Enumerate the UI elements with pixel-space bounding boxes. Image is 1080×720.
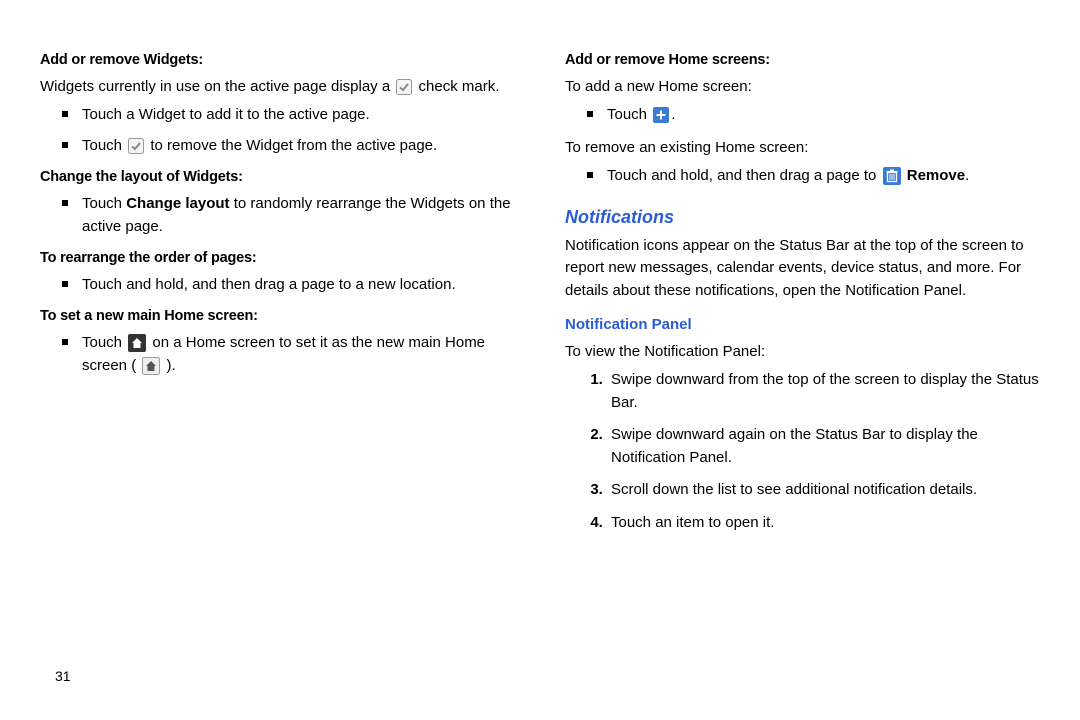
section-notifications: Notifications — [565, 204, 1040, 231]
bullet-list: Touch Change layout to randomly rearrang… — [40, 193, 515, 238]
text-fragment: Swipe downward again on the Status Bar t… — [611, 426, 978, 466]
bullet-item: Touch and hold, and then drag a page to … — [62, 274, 515, 297]
text-fragment: Touch — [82, 137, 126, 154]
numbered-item: Touch an item to open it. — [607, 512, 1040, 535]
text-fragment: Touch — [82, 334, 126, 351]
text-fragment: . — [671, 106, 675, 123]
bullet-item: Touch a Widget to add it to the active p… — [62, 104, 515, 127]
bullet-list: Touch and hold, and then drag a page to … — [565, 165, 1040, 188]
text-fragment: Widgets currently in use on the active p… — [40, 78, 390, 95]
home-dark-icon — [128, 334, 146, 352]
bold-text: Change layout — [126, 195, 229, 212]
right-column: Add or remove Home screens: To add a new… — [565, 40, 1040, 544]
text-fragment: Touch a Widget to add it to the active p… — [82, 106, 370, 123]
numbered-item: Scroll down the list to see additional n… — [607, 479, 1040, 502]
text-fragment: Touch and hold, and then drag a page to … — [82, 276, 456, 293]
numbered-item: Swipe downward again on the Status Bar t… — [607, 424, 1040, 469]
text-fragment: Scroll down the list to see additional n… — [611, 481, 977, 498]
bullet-list: Touch . — [565, 104, 1040, 127]
home-light-icon — [142, 357, 160, 375]
bullet-item: Touch to remove the Widget from the acti… — [62, 135, 515, 158]
left-column: Add or remove Widgets: Widgets currently… — [40, 40, 515, 544]
para-widgets-intro: Widgets currently in use on the active p… — [40, 76, 515, 99]
bullet-item: Touch . — [587, 104, 1040, 127]
heading-change-layout: Change the layout of Widgets: — [40, 167, 515, 189]
numbered-item: Swipe downward from the top of the scree… — [607, 369, 1040, 414]
trash-icon — [883, 167, 901, 185]
para-remove-home-screen: To remove an existing Home screen: — [565, 137, 1040, 160]
page-number: 31 — [55, 668, 71, 684]
para-view-notification-panel: To view the Notification Panel: — [565, 341, 1040, 364]
text-fragment: ). — [162, 357, 175, 374]
subheading-notification-panel: Notification Panel — [565, 314, 1040, 337]
bullet-item: Touch and hold, and then drag a page to … — [587, 165, 1040, 188]
text-fragment: check mark. — [419, 78, 500, 95]
bold-text: Remove — [907, 167, 965, 184]
text-fragment: . — [965, 167, 969, 184]
text-fragment: Touch — [82, 195, 126, 212]
heading-add-remove-widgets: Add or remove Widgets: — [40, 50, 515, 72]
text-fragment: to remove the Widget from the active pag… — [146, 137, 437, 154]
bullet-item: Touch on a Home screen to set it as the … — [62, 332, 515, 377]
bullet-list: Touch on a Home screen to set it as the … — [40, 332, 515, 377]
numbered-list: Swipe downward from the top of the scree… — [565, 369, 1040, 534]
bullet-list: Touch a Widget to add it to the active p… — [40, 104, 515, 157]
plus-icon — [653, 107, 669, 123]
text-fragment: Swipe downward from the top of the scree… — [611, 371, 1039, 411]
heading-set-main-home: To set a new main Home screen: — [40, 306, 515, 328]
bullet-list: Touch and hold, and then drag a page to … — [40, 274, 515, 297]
manual-page: Add or remove Widgets: Widgets currently… — [0, 0, 1080, 564]
para-add-home-screen: To add a new Home screen: — [565, 76, 1040, 99]
text-fragment: Touch and hold, and then drag a page to — [607, 167, 881, 184]
para-notifications-intro: Notification icons appear on the Status … — [565, 235, 1040, 303]
heading-add-remove-home-screens: Add or remove Home screens: — [565, 50, 1040, 72]
checkmark-outline-icon — [396, 79, 412, 95]
text-fragment: Touch — [607, 106, 651, 123]
checkmark-outline-icon — [128, 138, 144, 154]
bullet-item: Touch Change layout to randomly rearrang… — [62, 193, 515, 238]
text-fragment: Touch an item to open it. — [611, 514, 774, 531]
heading-rearrange-pages: To rearrange the order of pages: — [40, 248, 515, 270]
